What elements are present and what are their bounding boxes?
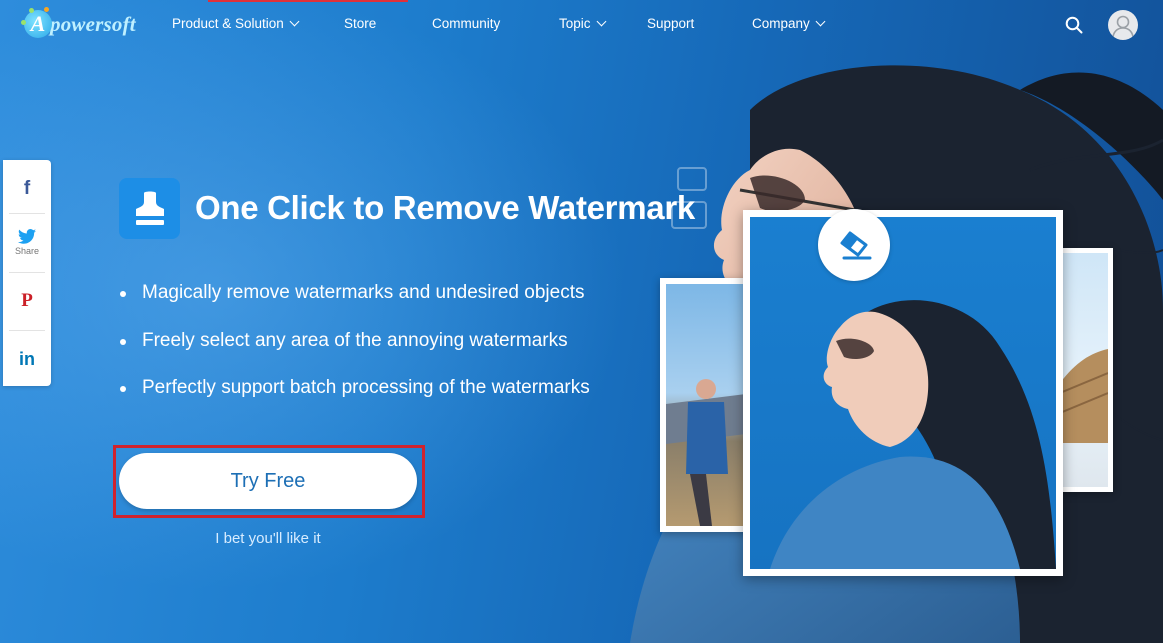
linkedin-icon: in [19,348,35,369]
share-label: Share [14,245,40,256]
feature-item: Freely select any area of the annoying w… [119,330,590,378]
sample-photo-main [743,210,1063,576]
eraser-badge [818,209,890,281]
nav-label: Company [752,16,810,31]
feature-item: Perfectly support batch processing of th… [119,377,590,425]
twitter-icon [18,228,36,244]
logo-dot [44,7,49,12]
chevron-down-icon [815,16,826,27]
pinterest-icon: P [21,290,33,311]
linkedin-share-button[interactable]: in [3,338,51,380]
logo-initial: A [30,11,46,36]
hiker-figure [666,379,746,526]
brand-logo[interactable]: A powersoft [21,7,136,40]
top-navbar: A powersoft Product & Solution Store Com… [0,0,1163,50]
logo-mark-icon: A [21,7,52,38]
nav-label: Community [432,16,501,31]
nav-company[interactable]: Company [752,16,826,31]
nav-label: Topic [559,16,591,31]
eraser-icon [840,231,872,260]
sample-photo-pier [1055,248,1113,492]
sample-photo-hiker [660,278,752,532]
nav-label: Product & Solution [172,16,284,31]
pier-graphic [1060,349,1108,443]
nav-product-solution[interactable]: Product & Solution [172,16,300,31]
user-avatar-icon[interactable] [1108,10,1138,40]
nav-topic[interactable]: Topic [559,16,606,31]
logo-dot [29,8,34,13]
brand-name: powersoft [50,11,136,36]
social-share-bar: f Share P in [3,160,51,386]
nav-label: Store [344,16,377,31]
feature-text: Freely select any area of the annoying w… [142,329,568,351]
bullet-icon [120,338,126,345]
portrait-graphic [770,300,1056,569]
bullet-icon [120,291,126,297]
feature-list: Magically remove watermarks and undesire… [119,282,590,425]
watermark-remover-app-icon [119,178,180,239]
search-icon[interactable] [1065,16,1083,34]
try-free-button[interactable]: Try Free [119,453,417,509]
nav-support[interactable]: Support [647,16,694,31]
logo-dot [21,20,26,25]
share-divider [9,213,45,214]
cta-tagline: I bet you'll like it [215,530,321,547]
person-icon [1112,15,1134,38]
nav-community[interactable]: Community [432,16,500,31]
feature-item: Magically remove watermarks and undesire… [119,282,590,330]
stamp-icon [135,191,164,225]
twitter-share-button[interactable]: Share [3,218,51,266]
feature-text: Magically remove watermarks and undesire… [142,282,585,303]
share-divider [9,330,45,331]
nav-label: Support [647,16,695,31]
page-title: One Click to Remove Watermark [195,189,695,226]
chevron-down-icon [596,16,606,27]
hero-section: One Click to Remove Watermark Magically … [0,0,1163,643]
share-divider [9,272,45,273]
bullet-icon [120,386,126,392]
pinterest-share-button[interactable]: P [3,280,51,322]
facebook-share-button[interactable]: f [3,168,51,210]
nav-store[interactable]: Store [344,16,376,31]
feature-text: Perfectly support batch processing of th… [142,377,590,398]
facebook-icon: f [23,178,31,199]
chevron-down-icon [289,16,300,27]
